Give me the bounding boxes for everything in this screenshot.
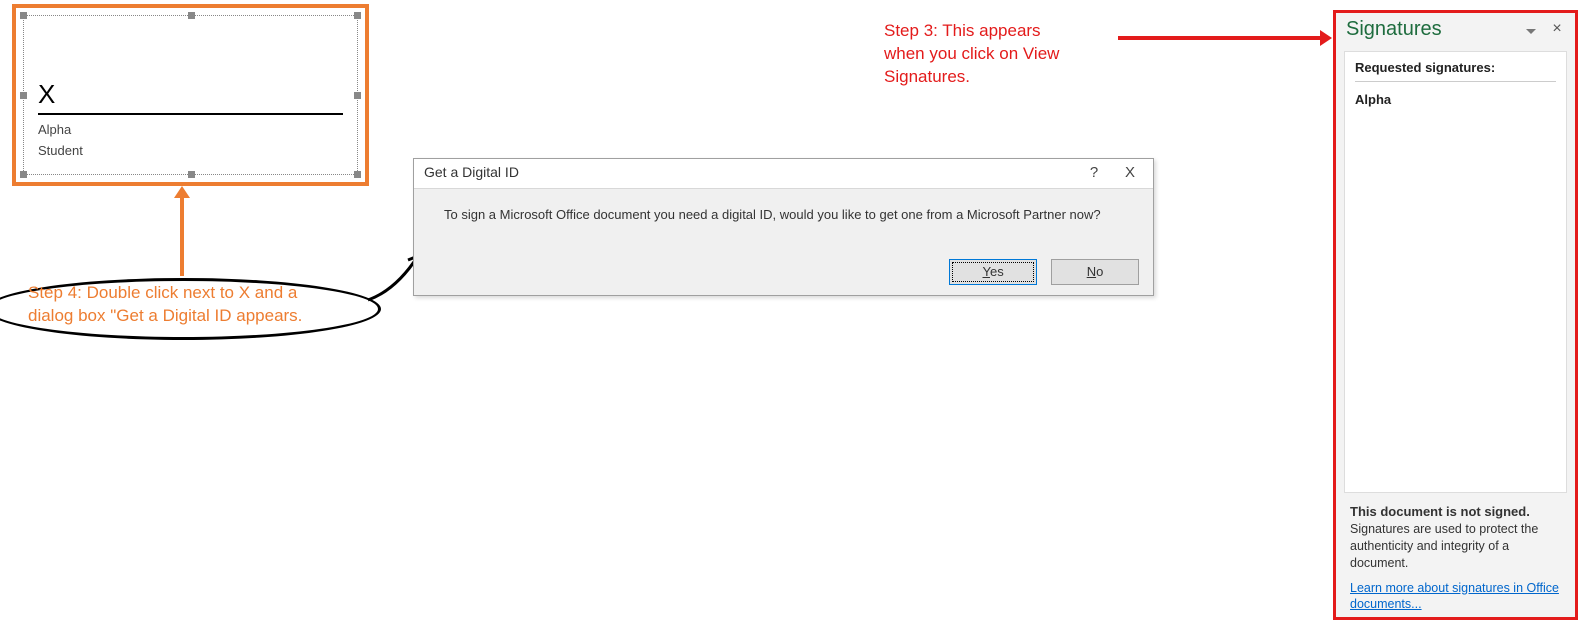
resize-handle[interactable] xyxy=(20,171,27,178)
pane-header: Signatures × xyxy=(1336,13,1575,51)
signer-role: Student xyxy=(38,143,83,158)
no-button[interactable]: No xyxy=(1051,259,1139,285)
signature-line-object[interactable]: X Alpha Student xyxy=(23,15,358,175)
no-rest: o xyxy=(1096,264,1103,279)
signature-rule xyxy=(38,113,343,115)
digital-id-dialog: Get a Digital ID ? X To sign a Microsoft… xyxy=(413,158,1154,296)
signature-description: Signatures are used to protect the authe… xyxy=(1350,522,1538,570)
help-icon[interactable]: ? xyxy=(1081,161,1107,185)
signature-line-annotation-box: X Alpha Student xyxy=(12,4,369,186)
dialog-titlebar[interactable]: Get a Digital ID ? X xyxy=(414,159,1153,189)
signatures-pane: Signatures × Requested signatures: Alpha… xyxy=(1333,10,1578,620)
resize-handle[interactable] xyxy=(188,171,195,178)
step3-annotation: Step 3: This appears when you click on V… xyxy=(884,20,1059,89)
close-icon[interactable]: × xyxy=(1547,20,1567,40)
requested-signature-item[interactable]: Alpha xyxy=(1355,92,1556,107)
yes-rest: es xyxy=(990,264,1004,279)
dialog-message: To sign a Microsoft Office document you … xyxy=(444,207,1133,222)
annotation-arrow xyxy=(180,196,184,276)
no-hotkey: N xyxy=(1087,264,1096,279)
pane-footer: This document is not signed. Signatures … xyxy=(1336,493,1575,621)
step4-annotation: Step 4: Double click next to X and a dia… xyxy=(28,282,302,328)
yes-hotkey: Y xyxy=(983,264,990,279)
annotation-arrow xyxy=(1118,36,1320,40)
resize-handle[interactable] xyxy=(354,12,361,19)
resize-handle[interactable] xyxy=(188,12,195,19)
signature-status: This document is not signed. xyxy=(1350,504,1530,519)
pane-options-icon[interactable] xyxy=(1523,23,1539,39)
dialog-button-row: Yes No xyxy=(939,259,1139,285)
yes-button[interactable]: Yes xyxy=(949,259,1037,285)
signer-name: Alpha xyxy=(38,122,71,137)
pane-title: Signatures xyxy=(1346,18,1442,40)
resize-handle[interactable] xyxy=(20,92,27,99)
close-icon[interactable]: X xyxy=(1117,161,1143,185)
resize-handle[interactable] xyxy=(354,92,361,99)
requested-signatures-heading: Requested signatures: xyxy=(1355,60,1556,82)
pane-body: Requested signatures: Alpha xyxy=(1344,51,1567,493)
resize-handle[interactable] xyxy=(354,171,361,178)
signature-x-mark[interactable]: X xyxy=(38,79,55,110)
dialog-title: Get a Digital ID xyxy=(424,164,519,180)
resize-handle[interactable] xyxy=(20,12,27,19)
learn-more-link[interactable]: Learn more about signatures in Office do… xyxy=(1350,580,1561,614)
